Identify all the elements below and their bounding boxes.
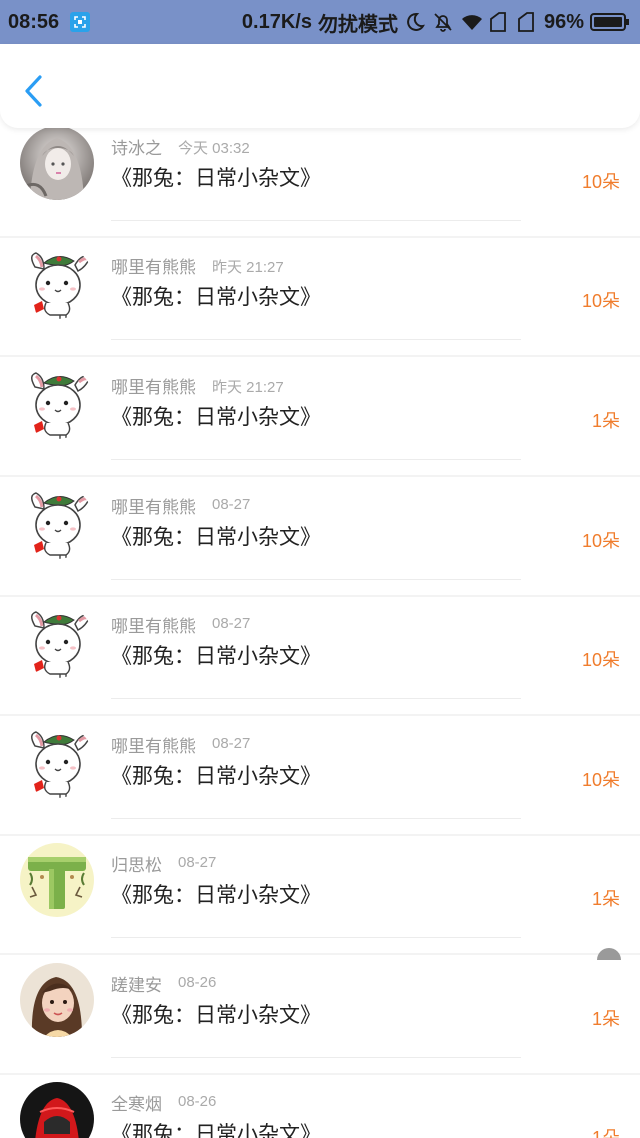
timestamp: 08-27 [212, 735, 251, 752]
timestamp: 08-27 [212, 615, 251, 632]
novel-title[interactable]: 《那兔：日常小杂文》 [111, 640, 321, 670]
username[interactable]: 哪里有熊熊 [111, 732, 196, 757]
flower-count: 1朵 [591, 1009, 620, 1029]
item-divider [111, 459, 521, 460]
username[interactable]: 哪里有熊熊 [111, 612, 196, 637]
list-item[interactable]: 全寒烟 08-26 《那兔：日常小杂文》 1朵 [0, 1074, 640, 1138]
username[interactable]: 哪里有熊熊 [111, 373, 196, 398]
list-item[interactable]: 诗冰之 今天 03:32 《那兔：日常小杂文》 10朵 [0, 118, 640, 238]
timestamp: 08-26 [178, 1093, 217, 1110]
username[interactable]: 归思松 [111, 851, 162, 876]
novel-title[interactable]: 《那兔：日常小杂文》 [111, 401, 321, 431]
timestamp: 昨天 21:27 [212, 259, 284, 276]
wifi-icon [460, 11, 482, 33]
battery-icon [590, 12, 630, 32]
username[interactable]: 哪里有熊熊 [111, 493, 196, 518]
timestamp: 昨天 21:27 [212, 379, 284, 396]
flower-count: 10朵 [581, 770, 620, 790]
bell-off-icon [432, 11, 454, 33]
timestamp: 08-27 [212, 496, 251, 513]
novel-title[interactable]: 《那兔：日常小杂文》 [111, 760, 321, 790]
portrait-avatar[interactable] [20, 126, 94, 200]
rabbit-avatar[interactable] [20, 724, 94, 798]
top-app-bar [0, 44, 640, 128]
letter-t-avatar[interactable] [20, 843, 94, 917]
app-screen: 诗冰之 今天 03:32 《那兔：日常小杂文》 10朵 哪里有熊熊 昨天 21:27 《那兔… [0, 0, 640, 1138]
flower-count: 10朵 [581, 531, 620, 551]
item-divider [111, 937, 521, 938]
car-avatar[interactable] [20, 1082, 94, 1138]
signal-icon [516, 11, 538, 33]
flower-record-list[interactable]: 诗冰之 今天 03:32 《那兔：日常小杂文》 10朵 哪里有熊熊 昨天 21:27 《那兔… [0, 0, 640, 1138]
item-divider [111, 1057, 521, 1058]
girl-avatar[interactable] [20, 963, 94, 1037]
flower-count: 1朵 [591, 411, 620, 431]
back-button[interactable] [18, 72, 50, 110]
status-bar: 08:56 0.17K/s 勿扰模式 96% [0, 0, 640, 44]
novel-title[interactable]: 《那兔：日常小杂文》 [111, 162, 321, 192]
novel-title[interactable]: 《那兔：日常小杂文》 [111, 879, 321, 909]
rabbit-avatar[interactable] [20, 365, 94, 439]
flower-count: 10朵 [581, 291, 620, 311]
flower-count: 10朵 [581, 650, 620, 670]
rabbit-avatar[interactable] [20, 245, 94, 319]
item-divider [111, 339, 521, 340]
flower-count: 10朵 [581, 172, 620, 192]
status-time: 08:56 [8, 10, 60, 33]
username[interactable]: 全寒烟 [111, 1090, 162, 1115]
timestamp: 08-26 [178, 974, 217, 991]
item-divider [111, 818, 521, 819]
list-item[interactable]: 哪里有熊熊 昨天 21:27 《那兔：日常小杂文》 1朵 [0, 357, 640, 477]
timestamp: 08-27 [178, 854, 217, 871]
list-item[interactable]: 哪里有熊熊 08-27 《那兔：日常小杂文》 10朵 [0, 477, 640, 597]
username[interactable]: 诗冰之 [111, 134, 162, 159]
flower-count: 1朵 [591, 889, 620, 909]
list-item[interactable]: 哪里有熊熊 昨天 21:27 《那兔：日常小杂文》 10朵 [0, 237, 640, 357]
battery-percent: 96% [543, 10, 584, 33]
item-divider [111, 579, 521, 580]
list-item[interactable]: 归思松 08-27 《那兔：日常小杂文》 1朵 [0, 835, 640, 955]
novel-title[interactable]: 《那兔：日常小杂文》 [111, 281, 321, 311]
item-divider [111, 698, 521, 699]
novel-title[interactable]: 《那兔：日常小杂文》 [111, 521, 321, 551]
do-not-disturb-label: 勿扰模式 [317, 13, 398, 36]
network-speed: 0.17K/s [241, 10, 312, 33]
list-item[interactable]: 哪里有熊熊 08-27 《那兔：日常小杂文》 10朵 [0, 596, 640, 716]
chevron-left-icon [25, 75, 42, 107]
flower-count: 1朵 [591, 1128, 620, 1138]
rabbit-avatar[interactable] [20, 604, 94, 678]
list-item[interactable]: 蹉建安 08-26 《那兔：日常小杂文》 1朵 [0, 955, 640, 1075]
timestamp: 今天 03:32 [178, 140, 250, 157]
moon-icon [404, 11, 426, 33]
signal-icon [488, 11, 510, 33]
screenshot-icon [69, 11, 91, 33]
username[interactable]: 哪里有熊熊 [111, 253, 196, 278]
item-divider [111, 220, 521, 221]
novel-title[interactable]: 《那兔：日常小杂文》 [111, 999, 321, 1029]
username[interactable]: 蹉建安 [111, 971, 162, 996]
list-item[interactable]: 哪里有熊熊 08-27 《那兔：日常小杂文》 10朵 [0, 716, 640, 836]
rabbit-avatar[interactable] [20, 485, 94, 559]
novel-title[interactable]: 《那兔：日常小杂文》 [111, 1118, 321, 1138]
